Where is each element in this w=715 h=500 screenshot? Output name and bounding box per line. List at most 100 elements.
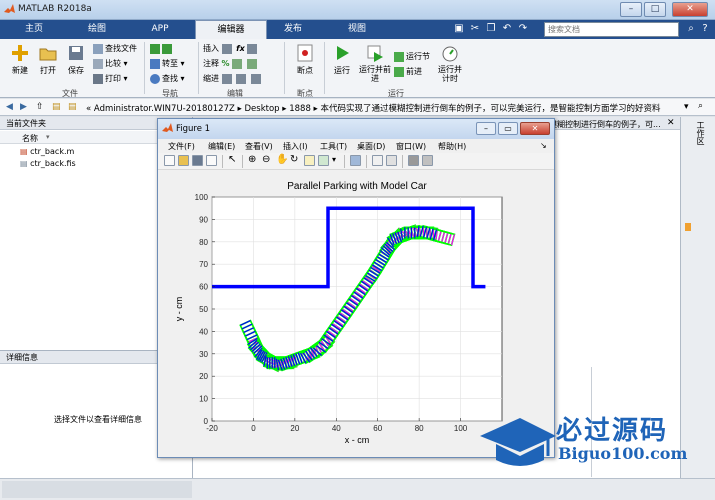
up-folder-icon[interactable]: ⇧ bbox=[36, 102, 44, 112]
zoom-in-icon[interactable]: ⊕ bbox=[248, 154, 256, 165]
column-name-header[interactable]: 名称 bbox=[22, 133, 38, 144]
back-arrow-icon[interactable]: ◀ bbox=[6, 102, 13, 112]
x-axis-label: x - cm bbox=[345, 435, 370, 445]
tab-apps[interactable]: APP bbox=[130, 20, 190, 39]
nav-back-forward[interactable] bbox=[150, 43, 174, 55]
menu-dock-icon[interactable]: ↘ bbox=[540, 141, 547, 150]
new-button[interactable]: 新建 bbox=[6, 43, 34, 76]
find-files-button[interactable]: 查找文件 bbox=[93, 43, 137, 55]
print-label: 打印 bbox=[105, 74, 121, 83]
menu-window[interactable]: 窗口(W) bbox=[396, 141, 426, 152]
search-icon bbox=[150, 73, 160, 84]
zoom-out-icon[interactable]: ⊖ bbox=[262, 154, 270, 165]
breakpoint-button[interactable]: 断点 bbox=[290, 43, 320, 76]
run-advance-icon bbox=[367, 45, 383, 62]
maximize-button[interactable]: □ bbox=[644, 2, 666, 17]
indent-button[interactable]: 缩进 bbox=[203, 73, 263, 85]
menu-help[interactable]: 帮助(H) bbox=[438, 141, 466, 152]
link-plot-icon[interactable] bbox=[350, 155, 361, 166]
run-time-label: 运行并计时 bbox=[438, 65, 462, 83]
figure-minimize-button[interactable]: – bbox=[476, 122, 496, 135]
editor-tab-title[interactable]: 模糊控制进行倒车的例子，可... bbox=[549, 119, 661, 130]
folder-icon[interactable]: ▤ bbox=[68, 102, 77, 112]
search-icon[interactable]: ⌕ bbox=[684, 22, 698, 36]
group-run-label: 运行 bbox=[388, 89, 404, 98]
save-figure-icon[interactable] bbox=[192, 155, 203, 166]
forward-arrow-icon[interactable]: ▶ bbox=[20, 102, 27, 112]
app-title: MATLAB R2018a bbox=[18, 4, 92, 14]
menu-insert[interactable]: 插入(I) bbox=[283, 141, 308, 152]
open-file-icon[interactable] bbox=[178, 155, 189, 166]
close-icon[interactable]: ✕ bbox=[667, 118, 675, 128]
brush-icon[interactable] bbox=[318, 155, 329, 166]
compare-button[interactable]: 比较 ▾ bbox=[93, 58, 128, 70]
advance-button[interactable]: 前进 bbox=[394, 66, 422, 78]
find-button[interactable]: 查找 ▾ bbox=[150, 73, 185, 85]
menu-desktop[interactable]: 桌面(D) bbox=[357, 141, 385, 152]
figure-close-button[interactable]: ✕ bbox=[520, 122, 550, 135]
sort-icon[interactable]: ▾ bbox=[46, 133, 50, 141]
menu-edit[interactable]: 编辑(E) bbox=[208, 141, 235, 152]
save-button[interactable]: 保存 bbox=[62, 43, 90, 76]
legend-icon[interactable] bbox=[386, 155, 397, 166]
tab-publish[interactable]: 发布 bbox=[262, 20, 324, 39]
pointer-icon[interactable]: ↖ bbox=[228, 154, 236, 165]
breakpoint-icon bbox=[297, 44, 313, 62]
menu-tools[interactable]: 工具(T) bbox=[320, 141, 347, 152]
cut-icon[interactable]: ✂ bbox=[468, 22, 482, 36]
copy-icon[interactable]: ❐ bbox=[484, 22, 498, 36]
tab-editor[interactable]: 编辑器 bbox=[195, 20, 267, 39]
address-bar: ◀ ▶ ⇧ ▤ ▤ « Administrator.WIN7U-20180127… bbox=[0, 99, 715, 116]
tab-home[interactable]: 主页 bbox=[4, 20, 64, 39]
graduation-cap-icon bbox=[480, 418, 556, 466]
colorbar-icon[interactable] bbox=[372, 155, 383, 166]
file-item[interactable]: ▤ ctr_back.m bbox=[20, 147, 74, 156]
arrow-left-icon bbox=[150, 43, 160, 54]
minimize-button[interactable]: – bbox=[620, 2, 642, 17]
y-tick-label: 90 bbox=[199, 215, 208, 224]
redo-icon[interactable]: ↷ bbox=[516, 22, 530, 36]
menu-view[interactable]: 查看(V) bbox=[245, 141, 273, 152]
find-files-label: 查找文件 bbox=[105, 44, 137, 53]
tab-view[interactable]: 视图 bbox=[326, 20, 388, 39]
separator bbox=[344, 155, 345, 168]
close-button[interactable]: ✕ bbox=[672, 2, 708, 17]
workspace-title[interactable]: 工作区 bbox=[691, 121, 705, 145]
help-icon[interactable]: ? bbox=[698, 22, 712, 36]
undo-icon[interactable]: ↶ bbox=[500, 22, 514, 36]
hide-tools-icon[interactable] bbox=[408, 155, 419, 166]
file-item[interactable]: ▤ ctr_back.fis bbox=[20, 159, 76, 168]
y-tick-label: 40 bbox=[199, 327, 208, 336]
save-quick-icon[interactable]: ▣ bbox=[452, 22, 466, 36]
tab-plots[interactable]: 绘图 bbox=[66, 20, 128, 39]
print-button[interactable]: 打印 ▾ bbox=[93, 73, 128, 85]
brush-dropdown-icon[interactable]: ▾ bbox=[332, 155, 336, 164]
show-tools-icon[interactable] bbox=[422, 155, 433, 166]
new-figure-icon[interactable] bbox=[164, 155, 175, 166]
insert-button[interactable]: 插入 fx bbox=[203, 43, 259, 55]
insert-label: 插入 bbox=[203, 44, 219, 53]
print-figure-icon[interactable] bbox=[206, 155, 217, 166]
run-time-button[interactable]: 运行并计时 bbox=[436, 43, 464, 83]
search-folder-icon[interactable]: ⌕ bbox=[698, 101, 703, 111]
run-section-button[interactable]: 运行节 bbox=[394, 51, 430, 63]
browse-folder-icon[interactable]: ▤ bbox=[52, 102, 61, 112]
arrow-right-icon bbox=[162, 43, 172, 54]
search-input[interactable] bbox=[545, 23, 678, 36]
current-folder-path[interactable]: « Administrator.WIN7U-20180127Z ▸ Deskto… bbox=[86, 102, 661, 114]
data-cursor-icon[interactable] bbox=[304, 155, 315, 166]
comment-button[interactable]: 注释 % bbox=[203, 58, 259, 70]
separator bbox=[222, 155, 223, 168]
run-advance-button[interactable]: 运行并前进 bbox=[358, 43, 392, 83]
group-edit-label: 编辑 bbox=[227, 89, 243, 98]
dropdown-icon[interactable]: ▾ bbox=[684, 102, 689, 112]
pan-icon[interactable]: ✋ bbox=[276, 154, 288, 165]
figure-maximize-button[interactable]: ▭ bbox=[498, 122, 518, 135]
figure-title-bar: Figure 1 – ▭ ✕ bbox=[158, 119, 554, 139]
menu-file[interactable]: 文件(F) bbox=[168, 141, 195, 152]
goto-button[interactable]: 转至 ▾ bbox=[150, 58, 185, 70]
open-button[interactable]: 打开 bbox=[34, 43, 62, 76]
run-button[interactable]: 运行 bbox=[328, 43, 356, 76]
rotate-icon[interactable]: ↻ bbox=[290, 154, 298, 165]
new-label: 新建 bbox=[12, 66, 28, 75]
